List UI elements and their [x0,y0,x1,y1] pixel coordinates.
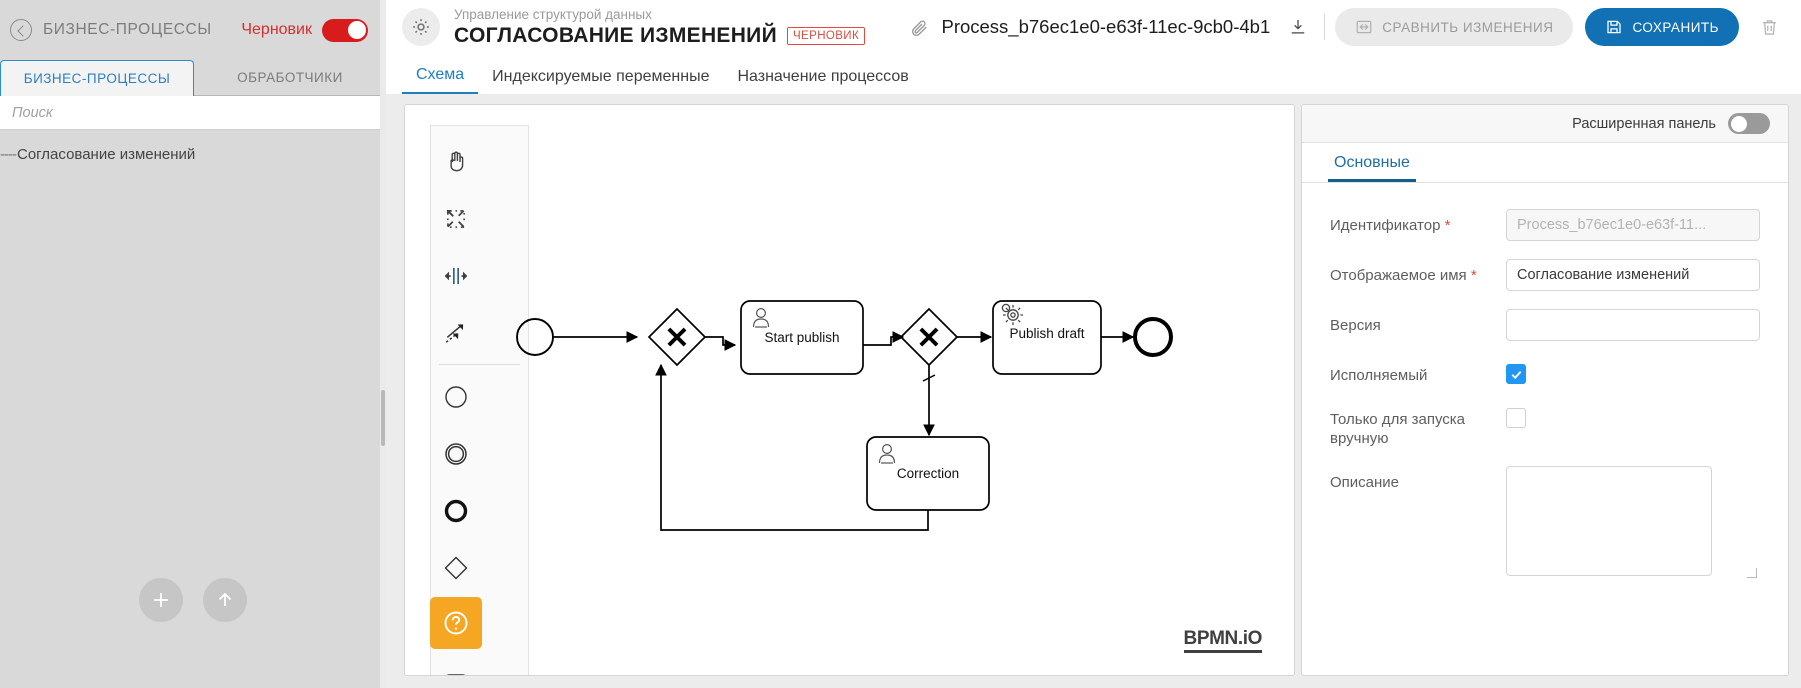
sidebar-draft-label: Черновик [241,21,312,38]
toggle-knob [347,21,366,39]
status-badge: ЧЕРНОВИК [786,26,866,45]
app-root: БИЗНЕС-ПРОЦЕССЫ Черновик БИЗНЕС-ПРОЦЕССЫ… [0,0,1801,688]
back-circle-icon[interactable] [10,19,32,41]
page-subtitle: Управление структурой данных [454,7,652,22]
toolbar-divider [1324,14,1326,40]
sidebar-tab-business-processes[interactable]: БИЗНЕС-ПРОЦЕССЫ [0,60,194,96]
settings-button[interactable] [402,8,440,46]
bpmn-canvas[interactable]: Start publish Publish draft Correction ✕… [404,104,1295,676]
properties-header: Расширенная панель [1302,105,1788,143]
properties-form: Идентификатор * Отображаемое имя * [1302,183,1788,599]
search-input[interactable] [12,104,374,121]
plus-icon [154,593,168,607]
identifier-input[interactable] [1506,209,1760,241]
content-tabs: Схема Индексируемые переменные Назначени… [386,54,1801,94]
field-row-manual-only: Только для запуска вручную [1330,403,1760,448]
field-row-description: Описание [1330,466,1760,581]
display-name-input[interactable] [1506,259,1760,291]
description-textarea[interactable] [1506,466,1712,576]
node-label-start-publish: Start publish [764,330,839,345]
page-title: СОГЛАСОВАНИЕ ИЗМЕНЕНИЙ [454,24,777,47]
field-row-display-name: Отображаемое имя * [1330,259,1760,291]
required-marker: * [1470,267,1477,284]
tree-indent-dashes: ---- [0,146,17,163]
floppy-disk-icon [1607,20,1622,34]
bpmn-io-logo[interactable]: BPMN.iO [1183,629,1262,653]
field-row-identifier: Идентификатор * [1330,209,1760,241]
properties-panel: Расширенная панель Основные Идентификато… [1301,104,1789,676]
identifier-label: Идентификатор * [1330,209,1506,235]
gateway-x-2: ✕ [916,322,941,355]
properties-tabs: Основные [1302,143,1788,183]
download-icon [1292,19,1305,34]
add-process-button[interactable] [139,578,183,622]
toggle-knob [1730,115,1747,132]
bpmn-diagram[interactable]: Start publish Publish draft Correction ✕… [405,105,1205,585]
properties-tab-general[interactable]: Основные [1328,154,1416,182]
version-input[interactable] [1506,309,1760,341]
content-area: Start publish Publish draft Correction ✕… [386,94,1801,688]
sidebar-header: БИЗНЕС-ПРОЦЕССЫ Черновик [0,0,386,60]
manual-only-checkbox[interactable] [1506,408,1526,428]
sidebar-tabs: БИЗНЕС-ПРОЦЕССЫ ОБРАБОТЧИКИ [0,60,386,96]
save-label: СОХРАНИТЬ [1632,19,1719,35]
description-label: Описание [1330,474,1400,491]
help-button[interactable] [430,597,482,649]
compare-icon [1356,20,1372,34]
download-button[interactable] [1282,11,1314,43]
field-row-executable: Исполняемый [1330,359,1760,385]
sidebar-search [0,96,386,130]
description-wrapper [1506,466,1760,581]
subprocess-expanded-button[interactable] [431,653,480,675]
service-task-gear-icon [1001,303,1023,325]
node-label-publish-draft: Publish draft [1009,326,1084,341]
version-label: Версия [1330,317,1381,334]
process-id-group: Process_b76ec1e0-e63f-11ec-9cb0-4b1 [910,11,1314,43]
manual-only-label: Только для запуска вручную [1330,411,1466,447]
expanded-panel-toggle[interactable] [1728,113,1770,134]
sidebar-resize-handle[interactable] [380,0,386,688]
subprocess-expanded-icon [445,673,466,675]
field-row-version: Версия [1330,309,1760,341]
gear-icon [413,19,429,35]
executable-checkbox[interactable] [1506,364,1526,384]
display-name-label-text: Отображаемое имя [1330,267,1467,284]
sidebar-action-buttons [0,578,386,622]
sidebar-tab-handlers[interactable]: ОБРАБОТЧИКИ [194,60,386,96]
gateway-x-1: ✕ [664,322,689,355]
page-title-block: Управление структурой данных СОГЛАСОВАНИ… [454,6,866,48]
required-marker: * [1444,217,1451,234]
compare-changes-label: СРАВНИТЬ ИЗМЕНЕНИЯ [1382,19,1554,35]
sidebar: БИЗНЕС-ПРОЦЕССЫ Черновик БИЗНЕС-ПРОЦЕССЫ… [0,0,386,688]
arrow-up-icon [218,592,232,606]
executable-label: Исполняемый [1330,367,1428,384]
tab-indexed-variables[interactable]: Индексируемые переменные [478,68,723,94]
paperclip-icon [912,20,928,36]
tree-item-label: Согласование изменений [16,146,196,163]
tab-process-assignment[interactable]: Назначение процессов [723,68,922,94]
identifier-label-text: Идентификатор [1330,217,1441,234]
upload-process-button[interactable] [203,578,247,622]
draft-toggle[interactable] [322,18,368,42]
trash-icon [1762,19,1776,35]
node-label-correction: Correction [897,466,959,481]
question-mark-icon [444,611,468,635]
tree-item-process[interactable]: ---- Согласование изменений [0,142,386,167]
sidebar-header-title: БИЗНЕС-ПРОЦЕССЫ [43,21,212,38]
tab-schema[interactable]: Схема [402,66,479,94]
save-button[interactable]: СОХРАНИТЬ [1585,8,1739,46]
process-id-text: Process_b76ec1e0-e63f-11ec-9cb0-4b1 [941,16,1271,37]
main-area: Управление структурой данных СОГЛАСОВАНИ… [386,0,1801,688]
check-icon [1511,370,1521,379]
delete-button[interactable] [1753,11,1785,43]
compare-changes-button[interactable]: СРАВНИТЬ ИЗМЕНЕНИЯ [1335,8,1574,46]
top-toolbar: Управление структурой данных СОГЛАСОВАНИ… [386,0,1801,54]
display-name-label: Отображаемое имя * [1330,259,1506,285]
expanded-panel-label: Расширенная панель [1572,115,1716,132]
